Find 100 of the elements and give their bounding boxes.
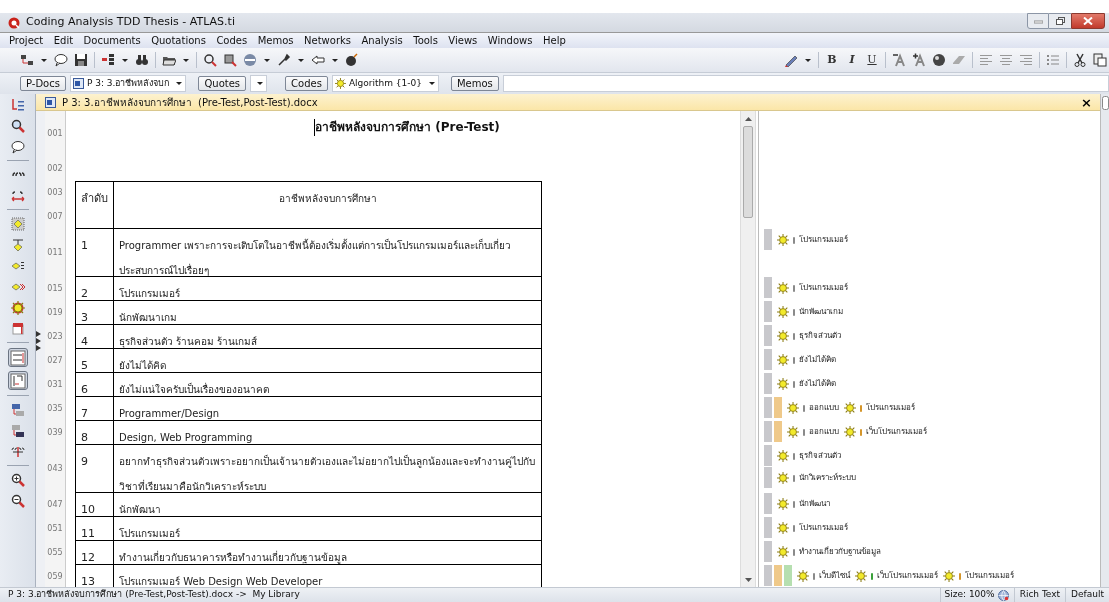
document-tree-icon[interactable] <box>101 53 115 67</box>
memos-button[interactable]: Memos <box>451 76 499 91</box>
menu-item[interactable]: Help <box>542 33 566 48</box>
align-center-icon[interactable] <box>999 53 1013 67</box>
code-icon[interactable] <box>797 570 809 582</box>
code-icon[interactable] <box>855 570 867 582</box>
line-number: 007 <box>47 211 63 223</box>
code-label[interactable]: โปรแกรมเมอร์ <box>799 522 848 534</box>
increase-font-icon[interactable] <box>912 53 926 67</box>
binoculars-icon[interactable] <box>135 53 149 67</box>
bomb-icon[interactable] <box>345 53 359 67</box>
code-label[interactable]: นักพัฒนา <box>799 498 830 510</box>
scrollbar[interactable] <box>740 111 756 587</box>
table-cell: ธุรกิจส่วนตัว ร้านคอม ร้านเกมส์ <box>119 336 258 347</box>
code-label[interactable]: เว็บโปรแกรมเมอร์ <box>866 426 927 438</box>
close-document-button[interactable]: × <box>1081 95 1092 109</box>
quotes-button[interactable]: Quotes <box>198 76 247 91</box>
code-label[interactable]: โปรแกรมเมอร์ <box>799 282 848 294</box>
table-cell: ทำงานเกี่ยวกับธนาคารหรือทำงานเกี่ยวกับฐานข้อมูล <box>119 552 347 563</box>
codes-button[interactable]: Codes <box>285 76 328 91</box>
bullet-list-icon[interactable] <box>1046 53 1060 67</box>
align-right-icon[interactable] <box>1019 53 1033 67</box>
code-icon[interactable] <box>777 378 789 390</box>
menu-item[interactable]: Codes <box>216 33 248 48</box>
pen-icon[interactable] <box>784 53 798 67</box>
code-icon[interactable] <box>787 402 799 414</box>
table-cell: 5 <box>81 359 88 372</box>
code-label[interactable]: นักพัฒนาเกม <box>799 306 843 318</box>
codes-dropdown[interactable]: Algorithm {1-0} <box>331 75 439 92</box>
code-label[interactable]: ออกแบบ <box>809 426 839 438</box>
network-icon[interactable] <box>20 53 34 67</box>
code-icon[interactable] <box>777 330 789 342</box>
code-icon[interactable] <box>787 426 799 438</box>
memos-field[interactable] <box>502 75 1109 92</box>
menu-item[interactable]: Memos <box>257 33 294 48</box>
code-icon[interactable] <box>777 282 789 294</box>
code-icon[interactable] <box>777 522 789 534</box>
panel-grip-icon[interactable] <box>1101 96 1109 110</box>
document-dropdown[interactable]: P 3: 3.อาชีพหลังจบก <box>69 75 187 92</box>
code-icon[interactable] <box>777 354 789 366</box>
code-icon[interactable] <box>844 426 856 438</box>
code-label[interactable]: เว็บดีไซน์ <box>819 570 850 582</box>
code-label[interactable]: ยังไม่ได้คิด <box>799 378 836 390</box>
color-ball-icon[interactable] <box>932 53 946 67</box>
code-label[interactable]: ออกแบบ <box>809 402 839 414</box>
code-icon[interactable] <box>777 306 789 318</box>
scroll-up-icon[interactable] <box>744 116 752 121</box>
restore-button[interactable] <box>1049 13 1071 29</box>
margin-button[interactable] <box>7 371 28 390</box>
code-label[interactable]: ทำงานเกี่ยวกับฐานข้อมูล <box>799 546 881 558</box>
documents-button[interactable]: P-Docs <box>20 76 66 91</box>
comment-icon[interactable] <box>54 53 68 67</box>
save-icon[interactable] <box>74 53 88 67</box>
menu-item[interactable]: Views <box>448 33 478 48</box>
line-number: 035 <box>47 403 63 415</box>
underline-button[interactable]: U <box>865 51 879 69</box>
code-label[interactable]: โปรแกรมเมอร์ <box>866 402 915 414</box>
code-icon[interactable] <box>777 472 789 484</box>
bold-button[interactable]: B <box>825 51 839 69</box>
code-icon[interactable] <box>943 570 955 582</box>
menu-item[interactable]: Documents <box>83 33 141 48</box>
menu-item[interactable]: Edit <box>53 33 74 48</box>
paste-icon[interactable] <box>1093 53 1107 67</box>
italic-button[interactable]: I <box>845 51 859 69</box>
table-cell: นักพัฒนาเกม <box>119 312 177 323</box>
menu-item[interactable]: Tools <box>413 33 438 48</box>
code-icon[interactable] <box>777 450 789 462</box>
code-icon[interactable] <box>777 498 789 510</box>
menu-item[interactable]: Networks <box>304 33 351 48</box>
scissors-icon[interactable] <box>1073 53 1087 67</box>
wrench-icon[interactable] <box>277 53 291 67</box>
menu-item[interactable]: Windows <box>487 33 533 48</box>
close-button[interactable] <box>1071 13 1105 29</box>
code-icon[interactable] <box>844 402 856 414</box>
search-code-icon[interactable] <box>223 53 237 67</box>
code-label[interactable]: เว็บโปรแกรมเมอร์ <box>877 570 938 582</box>
code-icon[interactable] <box>777 546 789 558</box>
number-button[interactable] <box>7 348 28 367</box>
code-label[interactable]: โปรแกรมเมอร์ <box>799 234 848 246</box>
code-label[interactable]: ธุรกิจส่วนตัว <box>799 330 841 342</box>
search-code-icon[interactable] <box>203 53 217 67</box>
quotations-dropdown[interactable] <box>250 75 268 92</box>
table-cell: 3 <box>81 311 88 324</box>
menu-item[interactable]: Analysis <box>361 33 403 48</box>
code-label[interactable]: นักวิเคราะห์ระบบ <box>799 472 856 484</box>
status-text: P 3: 3.อาชีพหลังจบการศึกษา (Pre-Test,Post-Test).docx -> My Library <box>8 588 300 602</box>
menu-item[interactable]: Quotations <box>151 33 206 48</box>
menu-item[interactable]: Project <box>9 33 44 48</box>
code-label[interactable]: โปรแกรมเมอร์ <box>965 570 1014 582</box>
code-label[interactable]: ธุรกิจส่วนตัว <box>799 450 841 462</box>
align-left-icon[interactable] <box>979 53 993 67</box>
scroll-thumb[interactable] <box>743 126 753 218</box>
back-arrow-icon[interactable] <box>311 53 325 67</box>
expand-arrows-icon[interactable] <box>36 331 42 351</box>
decrease-font-icon[interactable] <box>892 53 906 67</box>
table-cell: 11 <box>81 527 95 540</box>
search-icon <box>10 118 25 133</box>
code-icon[interactable] <box>777 234 789 246</box>
scroll-down-icon[interactable] <box>744 577 752 582</box>
code-label[interactable]: ยังไม่ได้คิด <box>799 354 836 366</box>
